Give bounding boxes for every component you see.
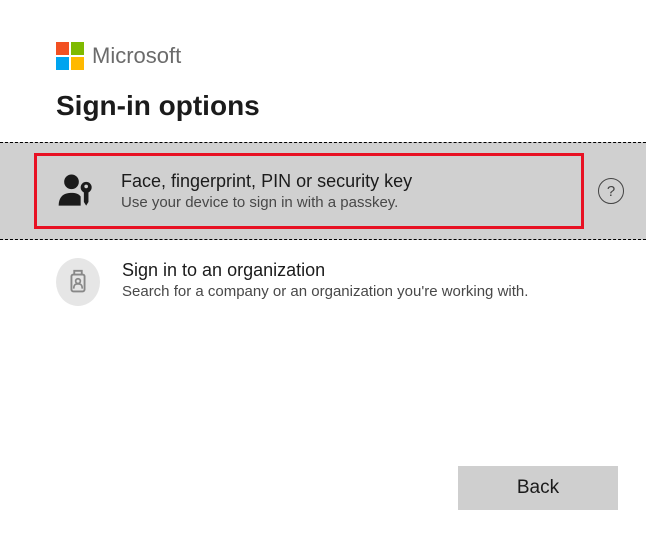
organization-icon [56, 260, 100, 304]
option-passkey[interactable]: Face, fingerprint, PIN or security key U… [0, 142, 646, 240]
brand: Microsoft [56, 42, 646, 70]
highlight-box: Face, fingerprint, PIN or security key U… [34, 153, 584, 229]
option-organization[interactable]: Sign in to an organization Search for a … [0, 240, 646, 324]
option-title: Face, fingerprint, PIN or security key [121, 171, 563, 192]
microsoft-logo-icon [56, 42, 84, 70]
option-desc: Search for a company or an organization … [122, 283, 590, 300]
option-title: Sign in to an organization [122, 260, 590, 281]
passkey-icon [55, 169, 99, 213]
brand-name: Microsoft [92, 43, 181, 69]
help-icon[interactable]: ? [598, 178, 624, 204]
option-desc: Use your device to sign in with a passke… [121, 194, 563, 211]
back-button[interactable]: Back [458, 466, 618, 510]
page-title: Sign-in options [56, 90, 646, 122]
